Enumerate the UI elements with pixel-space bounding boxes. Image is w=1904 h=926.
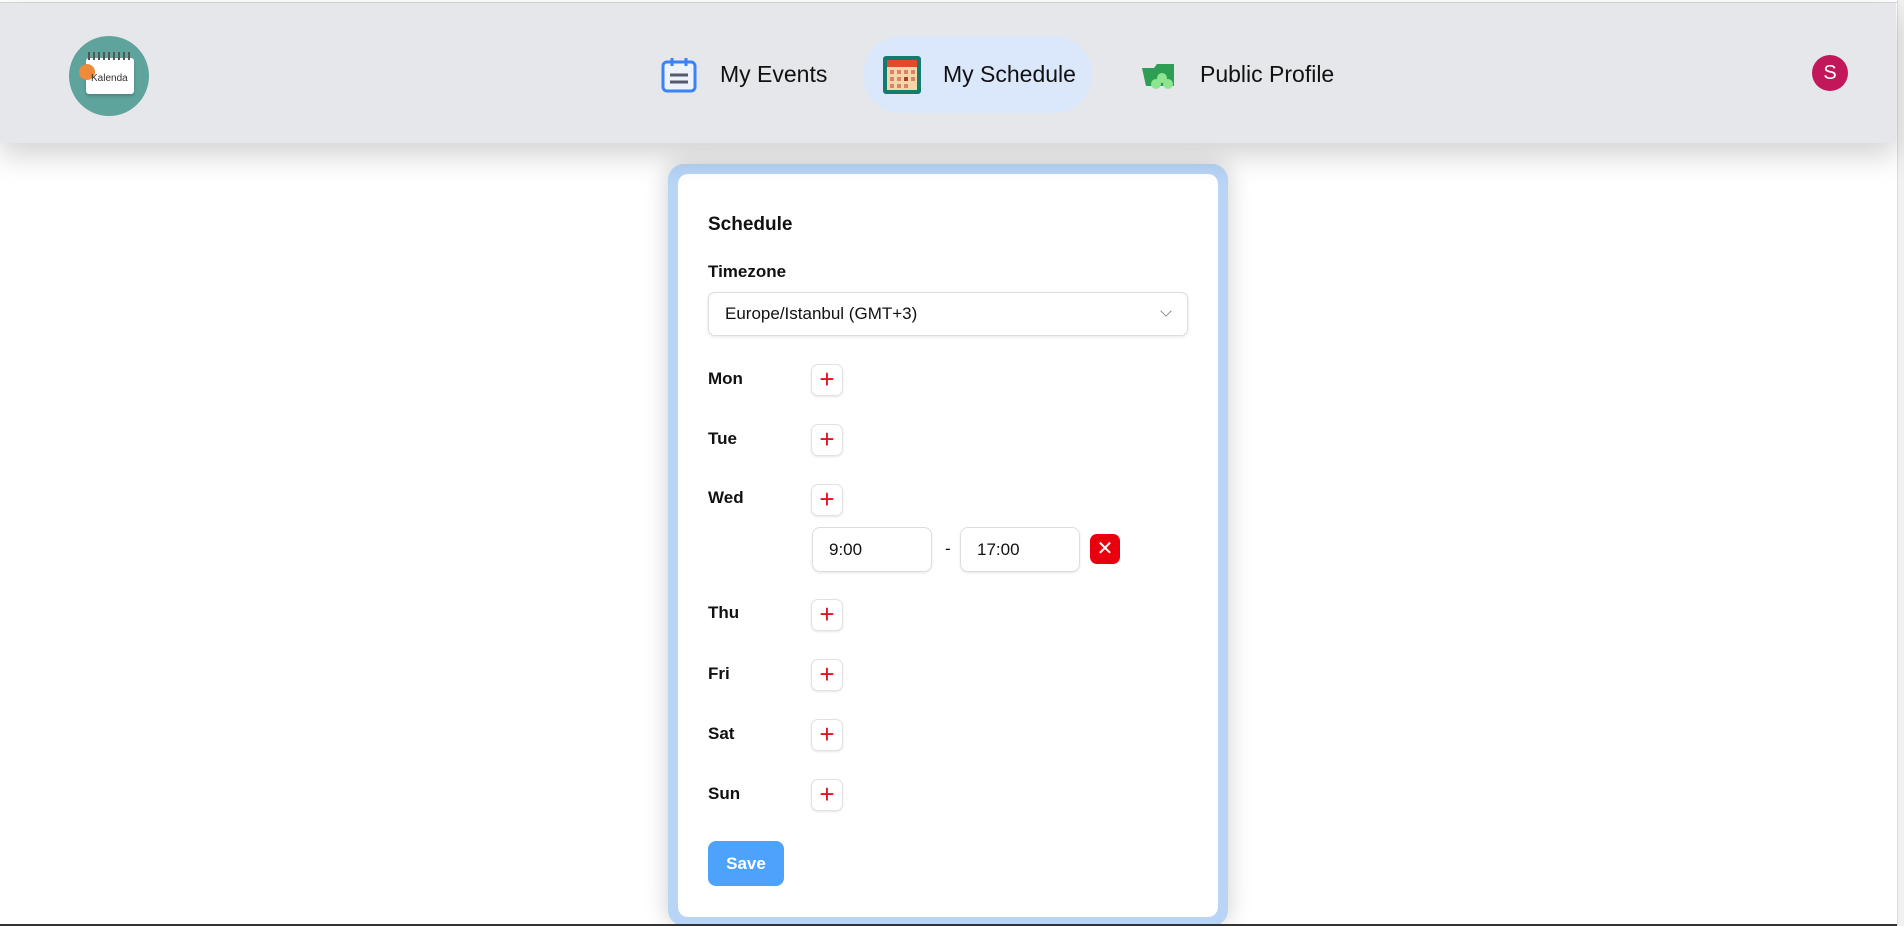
- wed-end-time-input[interactable]: 17:00: [960, 527, 1080, 572]
- chevron-down-icon: [1160, 305, 1172, 317]
- remove-slot-button[interactable]: ✕: [1090, 534, 1120, 564]
- page-scrollbar[interactable]: [1897, 0, 1904, 926]
- day-label-thu: Thu: [708, 603, 740, 622]
- plus-icon: +: [819, 599, 835, 629]
- nav-my-schedule[interactable]: My Schedule: [863, 36, 1092, 113]
- plus-icon: +: [819, 364, 835, 394]
- folder-people-icon: [1140, 56, 1178, 94]
- add-slot-sat-button[interactable]: +: [811, 719, 843, 751]
- calendar-grid-icon: [883, 55, 921, 94]
- plus-icon: +: [819, 484, 835, 514]
- plus-icon: +: [819, 779, 835, 809]
- timezone-select[interactable]: Europe/Istanbul (GMT+3): [708, 292, 1188, 336]
- day-label-mon: Mon: [708, 369, 743, 388]
- top-nav-bar: Kalenda My Events My Schedule Public Pro…: [0, 3, 1896, 143]
- end-time-value: 17:00: [977, 540, 1020, 559]
- day-label-tue: Tue: [708, 429, 737, 448]
- kalenda-logo[interactable]: Kalenda: [69, 36, 149, 116]
- wed-start-time-input[interactable]: 9:00: [812, 527, 932, 572]
- nav-label: My Events: [720, 61, 828, 87]
- timezone-value: Europe/Istanbul (GMT+3): [725, 304, 918, 323]
- timezone-label: Timezone: [708, 262, 787, 281]
- user-avatar[interactable]: S: [1812, 55, 1848, 91]
- schedule-card: Schedule Timezone Europe/Istanbul (GMT+3…: [668, 164, 1228, 926]
- avatar-initial: S: [1823, 61, 1837, 84]
- add-slot-thu-button[interactable]: +: [811, 599, 843, 631]
- card-title: Schedule: [708, 214, 793, 235]
- add-slot-fri-button[interactable]: +: [811, 659, 843, 691]
- day-label-sat: Sat: [708, 724, 735, 743]
- day-label-wed: Wed: [708, 488, 744, 507]
- day-label-sun: Sun: [708, 784, 741, 803]
- save-button[interactable]: Save: [708, 841, 784, 886]
- plus-icon: +: [819, 659, 835, 689]
- nav-label: My Schedule: [943, 61, 1076, 87]
- add-slot-tue-button[interactable]: +: [811, 424, 843, 456]
- time-separator: -: [945, 539, 951, 558]
- add-slot-sun-button[interactable]: +: [811, 779, 843, 811]
- schedule-form: Schedule Timezone Europe/Istanbul (GMT+3…: [678, 174, 1218, 917]
- day-label-fri: Fri: [708, 664, 730, 683]
- nav-label: Public Profile: [1200, 61, 1335, 87]
- start-time-value: 9:00: [829, 540, 863, 559]
- nav-my-events[interactable]: My Events: [650, 36, 837, 113]
- calendar-list-icon: [660, 56, 698, 94]
- logo-text: Kalenda: [91, 73, 128, 84]
- nav-public-profile[interactable]: Public Profile: [1140, 36, 1334, 113]
- add-slot-mon-button[interactable]: +: [811, 364, 843, 396]
- plus-icon: +: [819, 719, 835, 749]
- plus-icon: +: [819, 424, 835, 454]
- add-slot-wed-button[interactable]: +: [811, 484, 843, 516]
- close-icon: ✕: [1096, 538, 1114, 560]
